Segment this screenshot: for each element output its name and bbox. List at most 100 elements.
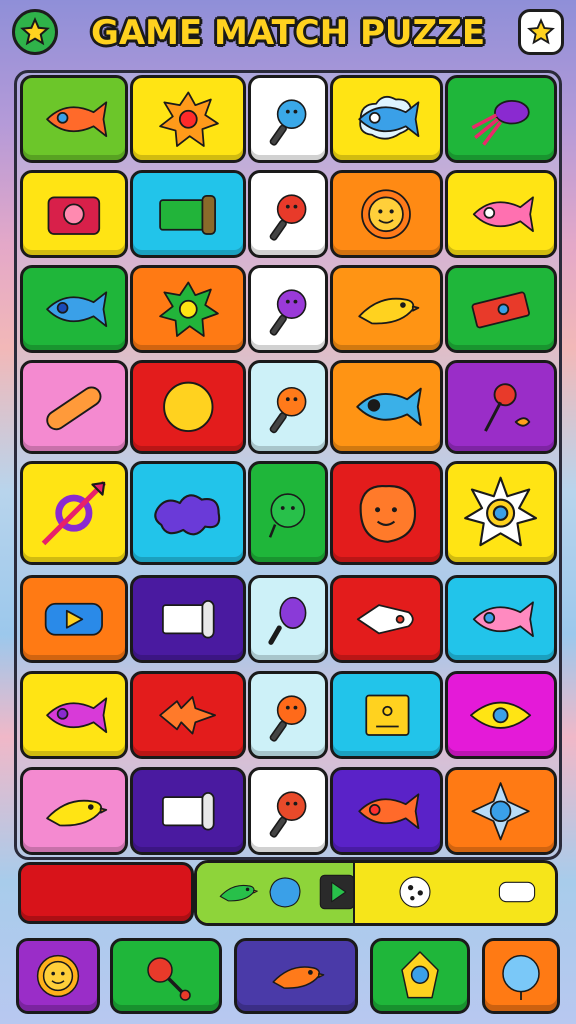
game-board (14, 70, 562, 860)
tile-yellow-bird[interactable] (20, 767, 128, 855)
tile-yellow-eye[interactable] (445, 671, 557, 759)
green-germ-icon (269, 493, 306, 538)
blue-ship-icon (471, 781, 531, 841)
progress-bar (18, 862, 194, 924)
blue-fish-icon (46, 291, 108, 327)
tile-white-rocket[interactable] (330, 575, 443, 663)
purple-lollipop-icon (268, 596, 307, 645)
powerup-button-orange-bird-small[interactable] (234, 938, 358, 1014)
tile-orange-flame-fish[interactable] (130, 671, 246, 759)
blue-balloon-icon (502, 954, 540, 1000)
sun-face-icon (361, 189, 412, 239)
orange-rattle-icon (269, 387, 307, 434)
tray-slot-white-roll (489, 870, 545, 914)
play-box-icon (319, 874, 355, 910)
star-icon (527, 18, 555, 45)
tile-orange-rattle[interactable] (248, 360, 328, 454)
tile-orange-fish-2[interactable] (330, 767, 443, 855)
blue-rattle-icon (269, 99, 307, 146)
orange-fish-2-icon (358, 793, 420, 829)
collection-tray (194, 860, 558, 926)
orange-flame-fish-icon (158, 695, 216, 735)
white-roll-icon (498, 881, 536, 903)
pink-fish-icon (473, 601, 535, 637)
tile-white-scroll[interactable] (130, 575, 246, 663)
white-scroll-icon (161, 599, 215, 639)
tile-purple-lollipop[interactable] (248, 575, 328, 663)
tile-green-splat[interactable] (130, 265, 246, 353)
tile-blue-play-capsule[interactable] (20, 575, 128, 663)
red-rattle-big-icon (147, 957, 191, 1001)
tile-red-face-rattle[interactable] (248, 767, 328, 855)
blue-fish-cloud-icon (358, 95, 420, 140)
red-dart-icon (484, 383, 531, 432)
purple-rattle-icon (269, 289, 307, 336)
tray-slot-play-box (315, 870, 359, 914)
tile-cyan-fish[interactable] (330, 360, 443, 454)
red-rattle-icon (269, 194, 307, 241)
tile-blue-fish-cloud[interactable] (330, 75, 443, 163)
white-scroll-2-icon (161, 791, 215, 831)
tile-pink-fish[interactable] (445, 575, 557, 663)
tile-purple-rattle[interactable] (248, 265, 328, 353)
tile-arrow-ring[interactable] (20, 461, 128, 565)
tile-blue-ship[interactable] (445, 767, 557, 855)
green-bird-icon (219, 884, 258, 902)
purple-squid-icon (471, 99, 531, 146)
tile-red-plank[interactable] (445, 265, 557, 353)
sun-face-small-icon (36, 954, 80, 998)
cyan-fish-icon (356, 387, 423, 427)
star-icon (20, 17, 50, 46)
tray-slot-white-ball (393, 870, 437, 914)
tray-slot-blue-rock (263, 870, 307, 914)
powerup-button-red-rattle-big[interactable] (110, 938, 222, 1014)
tile-green-package[interactable] (130, 170, 246, 258)
powerup-button-blue-balloon[interactable] (482, 938, 560, 1014)
tile-purple-fish[interactable] (20, 671, 128, 759)
pink-fish-eye-icon (473, 196, 535, 232)
spiky-ring-icon (464, 476, 538, 547)
tile-pink-fish-eye[interactable] (445, 170, 557, 258)
orange-bread-icon (46, 386, 102, 431)
star-button[interactable] (518, 9, 564, 55)
tile-orange-bread[interactable] (20, 360, 128, 454)
tile-purple-squid[interactable] (445, 75, 557, 163)
rocket-face-icon (401, 951, 439, 999)
favorites-button[interactable] (12, 9, 58, 55)
tile-red-dart[interactable] (445, 360, 557, 454)
red-camera-box-icon (47, 196, 101, 235)
orange-star-splat-icon (158, 91, 219, 147)
tray-slot-green-bird (215, 870, 259, 914)
tile-red-camera-box[interactable] (20, 170, 128, 258)
tile-yellow-box[interactable] (330, 671, 443, 759)
yellow-box-icon (365, 694, 410, 736)
purple-fish-icon (46, 697, 108, 733)
white-rocket-icon (357, 604, 415, 634)
tile-white-scroll-2[interactable] (130, 767, 246, 855)
arrow-ring-icon (41, 480, 107, 546)
tile-purple-puzzle-blob[interactable] (130, 461, 246, 565)
tile-sun-face[interactable] (330, 170, 443, 258)
green-splat-icon (158, 281, 219, 337)
tile-yellow-sun-blob[interactable] (130, 360, 246, 454)
tile-orange-blob-face[interactable] (330, 461, 443, 565)
red-plank-icon (471, 291, 531, 329)
tile-red-rattle[interactable] (248, 170, 328, 258)
tile-spiky-ring[interactable] (445, 461, 557, 565)
tile-green-germ[interactable] (248, 461, 328, 565)
tile-orange-star-splat[interactable] (130, 75, 246, 163)
blue-rock-icon (269, 877, 301, 908)
red-yellow-bird-icon (358, 297, 420, 325)
yellow-sun-blob-icon (162, 381, 214, 433)
powerup-button-rocket-face[interactable] (370, 938, 470, 1014)
tile-orange-spiky-rattle[interactable] (248, 671, 328, 759)
powerup-button-sun-face-small[interactable] (16, 938, 100, 1014)
white-ball-icon (399, 876, 431, 908)
tile-blue-rattle[interactable] (248, 75, 328, 163)
tile-orange-fish[interactable] (20, 75, 128, 163)
tile-red-yellow-bird[interactable] (330, 265, 443, 353)
tile-blue-fish[interactable] (20, 265, 128, 353)
red-face-rattle-icon (269, 791, 307, 838)
orange-bird-small-icon (272, 966, 325, 989)
game-title: GAME MATCH PUZZE (90, 13, 486, 53)
